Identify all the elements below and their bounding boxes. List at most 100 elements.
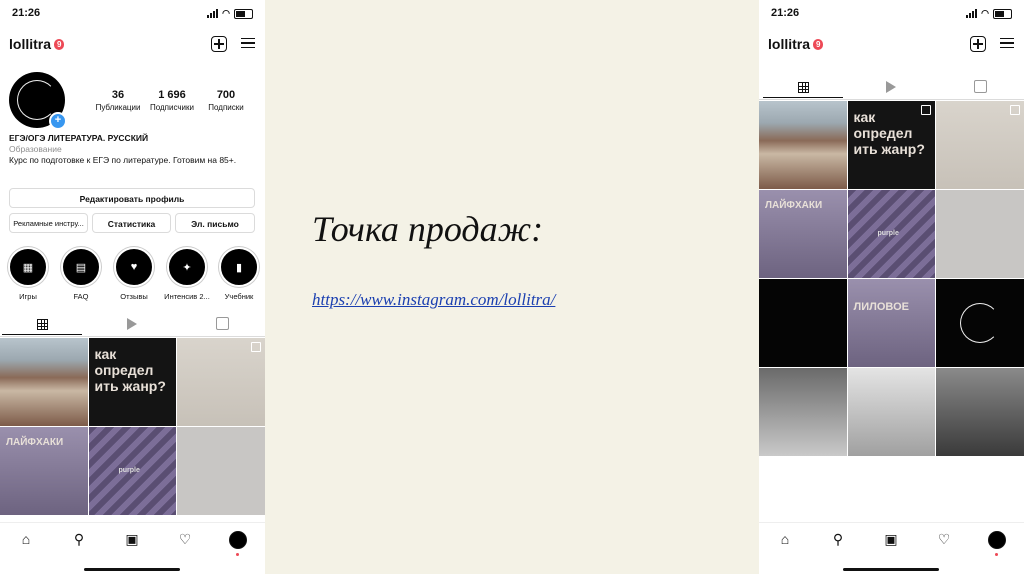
profile-header: lollitra 9 bbox=[759, 34, 1024, 56]
tab-tagged[interactable] bbox=[182, 317, 262, 335]
post-thumbnail[interactable]: как определ ить жанр? bbox=[847, 101, 935, 189]
home-indicator bbox=[843, 568, 939, 571]
bio-category: Образование bbox=[9, 144, 62, 154]
grid-icon bbox=[36, 319, 48, 330]
profile-tabs bbox=[759, 77, 1024, 100]
profile-nav-avatar[interactable] bbox=[228, 531, 248, 556]
bio-title: ЕГЭ/ОГЭ ЛИТЕРАТУРА. РУССКИЙ bbox=[9, 133, 149, 143]
username: lollitra 9 bbox=[768, 36, 824, 52]
right-phone-screenshot: 21:26 ◠ lollitra 9 как определ ить жанр? … bbox=[759, 0, 1024, 574]
new-post-icon[interactable] bbox=[211, 36, 227, 52]
home-indicator bbox=[84, 568, 180, 571]
post-thumbnail[interactable] bbox=[936, 101, 1024, 189]
reels-icon[interactable]: ▣ bbox=[122, 531, 142, 551]
post-grid: как определ ить жанр? ЛАЙФХАКИ purple bbox=[0, 338, 265, 515]
bottom-nav: ⌂ ⚲ ▣ ♡ bbox=[0, 522, 265, 574]
highlight-reviews[interactable]: ♥ Отзывы bbox=[109, 247, 159, 301]
highlight-games[interactable]: ▦ Игры bbox=[3, 247, 53, 301]
post-thumbnail[interactable] bbox=[759, 101, 847, 189]
tagged-icon bbox=[215, 317, 229, 330]
heart-icon[interactable]: ♡ bbox=[934, 531, 954, 551]
faq-icon: ▤ bbox=[61, 247, 101, 287]
profile-nav-avatar[interactable] bbox=[987, 531, 1007, 556]
multi-post-icon bbox=[921, 105, 931, 115]
tagged-icon bbox=[973, 80, 987, 93]
status-bar: 21:26 ◠ bbox=[759, 6, 1024, 22]
add-story-icon[interactable]: + bbox=[49, 112, 67, 130]
profile-header: lollitra 9 bbox=[0, 34, 265, 56]
email-button[interactable]: Эл. письмо bbox=[175, 213, 255, 233]
runner-icon: ✦ bbox=[167, 247, 207, 287]
menu-icon[interactable] bbox=[1000, 36, 1014, 50]
post-thumbnail[interactable] bbox=[177, 427, 265, 515]
post-thumbnail[interactable] bbox=[759, 279, 847, 367]
status-time: 21:26 bbox=[12, 7, 41, 19]
heart-icon[interactable]: ♡ bbox=[175, 531, 195, 551]
search-icon[interactable]: ⚲ bbox=[69, 531, 89, 551]
tab-grid[interactable] bbox=[2, 317, 82, 335]
battery-icon bbox=[234, 8, 253, 19]
post-thumbnail[interactable] bbox=[936, 368, 1024, 456]
post-thumbnail[interactable] bbox=[0, 338, 88, 426]
reels-icon[interactable]: ▣ bbox=[881, 531, 901, 551]
post-thumbnail[interactable]: purple bbox=[847, 190, 935, 278]
status-icons: ◠ bbox=[966, 8, 1012, 19]
left-phone-screenshot: 21:26 ◠ lollitra 9 + 36 Публикации 1 696 По… bbox=[0, 0, 265, 574]
tab-tagged[interactable] bbox=[940, 80, 1020, 98]
post-thumbnail[interactable] bbox=[936, 279, 1024, 367]
wifi-icon: ◠ bbox=[981, 8, 989, 18]
avatar[interactable]: + bbox=[9, 72, 67, 130]
post-thumbnail[interactable]: как определ ить жанр? bbox=[88, 338, 176, 426]
ads-tools-button[interactable]: Рекламные инстру... bbox=[9, 213, 88, 233]
new-post-icon[interactable] bbox=[970, 36, 986, 52]
signal-icon bbox=[966, 9, 978, 18]
bio: ЕГЭ/ОГЭ ЛИТЕРАТУРА. РУССКИЙ Образование … bbox=[9, 133, 254, 166]
status-icons: ◠ bbox=[207, 8, 253, 19]
notification-badge[interactable]: 9 bbox=[813, 39, 824, 50]
book-icon: ▮ bbox=[219, 247, 259, 287]
profile-stats: 36 Публикации 1 696 Подписчики 700 Подписки bbox=[93, 89, 251, 112]
bottom-nav: ⌂ ⚲ ▣ ♡ bbox=[759, 522, 1024, 574]
post-thumbnail[interactable] bbox=[847, 368, 935, 456]
post-thumbnail[interactable] bbox=[936, 190, 1024, 278]
logo-ring-icon bbox=[959, 303, 1000, 343]
instagram-link[interactable]: https://www.instagram.com/lollitra/ bbox=[312, 290, 555, 310]
status-bar: 21:26 ◠ bbox=[0, 6, 265, 22]
signal-icon bbox=[207, 9, 219, 18]
slide-title: Точка продаж: bbox=[312, 209, 544, 249]
search-icon[interactable]: ⚲ bbox=[828, 531, 848, 551]
username: lollitra 9 bbox=[9, 36, 65, 52]
grid-icon bbox=[797, 82, 809, 93]
home-icon[interactable]: ⌂ bbox=[16, 531, 36, 551]
profile-tabs bbox=[0, 314, 265, 337]
highlight-textbook[interactable]: ▮ Учебник bbox=[214, 247, 264, 301]
home-icon[interactable]: ⌂ bbox=[775, 531, 795, 551]
stat-following[interactable]: 700 Подписки bbox=[201, 89, 251, 112]
stat-posts[interactable]: 36 Публикации bbox=[93, 89, 143, 112]
post-thumbnail[interactable]: purple bbox=[88, 427, 176, 515]
status-time: 21:26 bbox=[771, 7, 800, 19]
puzzle-icon: ▦ bbox=[8, 247, 48, 287]
highlight-faq[interactable]: ▤ FAQ bbox=[56, 247, 106, 301]
tab-grid[interactable] bbox=[763, 80, 843, 98]
chat-heart-icon: ♥ bbox=[114, 247, 154, 287]
post-thumbnail[interactable]: ЛИЛОВОЕ bbox=[847, 279, 935, 367]
post-thumbnail[interactable] bbox=[177, 338, 265, 426]
tab-reels[interactable] bbox=[851, 80, 931, 98]
multi-post-icon bbox=[250, 342, 261, 352]
edit-profile-button[interactable]: Редактировать профиль bbox=[9, 188, 255, 208]
post-thumbnail[interactable]: ЛАЙФХАКИ bbox=[0, 427, 88, 515]
bio-text: Курс по подготовке к ЕГЭ по литературе. … bbox=[9, 155, 237, 165]
wifi-icon: ◠ bbox=[222, 8, 230, 18]
post-thumbnail[interactable]: ЛАЙФХАКИ bbox=[759, 190, 847, 278]
highlight-intensive[interactable]: ✦ Интенсив 2... bbox=[162, 247, 212, 301]
tab-reels[interactable] bbox=[92, 317, 172, 335]
notification-badge[interactable]: 9 bbox=[54, 39, 65, 50]
post-thumbnail[interactable] bbox=[759, 368, 847, 456]
insights-button[interactable]: Статистика bbox=[92, 213, 171, 233]
play-icon bbox=[886, 81, 896, 93]
play-icon bbox=[127, 318, 137, 330]
stat-followers[interactable]: 1 696 Подписчики bbox=[147, 89, 197, 112]
battery-icon bbox=[993, 8, 1012, 19]
menu-icon[interactable] bbox=[241, 36, 255, 50]
